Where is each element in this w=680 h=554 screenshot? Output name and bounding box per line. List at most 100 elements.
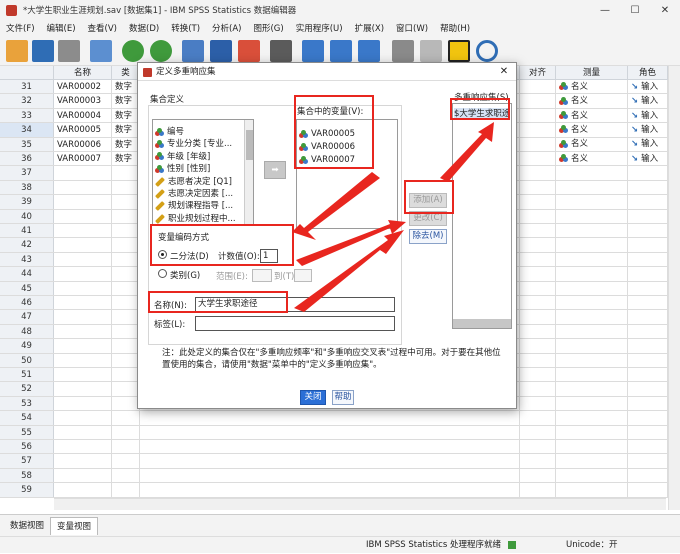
row-number[interactable]: 31 (0, 80, 54, 94)
cell-role[interactable] (628, 468, 668, 483)
list-item[interactable]: 专业分类 [专业... (155, 138, 232, 150)
cell-align[interactable] (520, 238, 556, 252)
cell-name[interactable] (54, 440, 112, 454)
cell-type[interactable]: 数字 (112, 108, 140, 123)
menu-item-10[interactable]: 帮助(H) (434, 22, 476, 34)
insert-variable-icon[interactable] (330, 40, 352, 62)
row-number[interactable]: 52 (0, 382, 54, 396)
cell-name[interactable] (54, 396, 112, 411)
tab-data-view[interactable]: 数据视图 (4, 517, 50, 535)
cell-align[interactable] (520, 224, 556, 238)
maximize-button[interactable]: ☐ (620, 0, 650, 20)
mr-sets-list[interactable]: $大学生求职途 (452, 103, 512, 329)
cell-role[interactable]: ↘ 输入 (628, 80, 668, 94)
cell-align[interactable] (520, 152, 556, 166)
source-list-scrollbar[interactable] (244, 120, 253, 224)
cell-measure[interactable] (556, 411, 628, 425)
table-row[interactable]: 55 (0, 425, 680, 440)
cell-type[interactable] (112, 238, 140, 252)
table-row[interactable]: 56 (0, 440, 680, 455)
cell-type[interactable] (112, 411, 140, 425)
cell-type[interactable] (112, 339, 140, 353)
cell-name[interactable] (54, 382, 112, 396)
cell-align[interactable] (520, 123, 556, 137)
cell-align[interactable] (520, 209, 556, 223)
cell-measure[interactable] (556, 195, 628, 209)
cell-name[interactable] (54, 238, 112, 252)
cell-role[interactable] (628, 267, 668, 281)
dialog-close-icon[interactable]: ✕ (492, 63, 516, 81)
cell-measure[interactable] (556, 209, 628, 223)
cell-measure[interactable] (556, 224, 628, 238)
cell-name[interactable] (54, 368, 112, 382)
cell-type[interactable] (112, 396, 140, 411)
cell-align[interactable] (520, 281, 556, 295)
row-number[interactable]: 55 (0, 425, 54, 439)
row-number[interactable]: 36 (0, 152, 54, 166)
cell-name[interactable] (54, 267, 112, 281)
move-to-set-button[interactable]: ➡ (264, 161, 286, 179)
cell-type[interactable] (112, 425, 140, 439)
row-number[interactable]: 42 (0, 238, 54, 252)
cell-type[interactable] (112, 353, 140, 367)
cell-measure[interactable] (556, 180, 628, 195)
cell-measure[interactable] (556, 368, 628, 382)
cell-align[interactable] (520, 267, 556, 281)
row-number[interactable]: 46 (0, 296, 54, 310)
cell-name[interactable] (54, 483, 112, 497)
search-icon[interactable] (476, 40, 498, 62)
cell-type[interactable] (112, 224, 140, 238)
mr-sets-scrollbar[interactable] (453, 319, 511, 328)
cell-measure[interactable] (556, 296, 628, 310)
cell-type[interactable]: 数字 (112, 80, 140, 94)
list-item[interactable]: VAR00007 (299, 154, 355, 166)
cell-role[interactable]: ↘ 输入 (628, 123, 668, 137)
cell-role[interactable] (628, 324, 668, 339)
cell-type[interactable] (112, 483, 140, 497)
cell-name[interactable] (54, 296, 112, 310)
cell-name[interactable]: VAR00003 (54, 94, 112, 108)
cell-align[interactable] (520, 483, 556, 497)
cell-type[interactable]: 数字 (112, 123, 140, 137)
cell-role[interactable]: ↘ 输入 (628, 94, 668, 108)
cell-type[interactable] (112, 195, 140, 209)
cell-align[interactable] (520, 368, 556, 382)
find-icon[interactable] (270, 40, 292, 62)
cell-name[interactable]: VAR00002 (54, 80, 112, 94)
cell-role[interactable] (628, 425, 668, 439)
menu-item-1[interactable]: 编辑(E) (41, 22, 82, 34)
column-header-role[interactable]: 角色 (628, 66, 668, 80)
row-number[interactable]: 40 (0, 209, 54, 223)
cell-type[interactable] (112, 440, 140, 454)
cell-role[interactable] (628, 368, 668, 382)
cell-type[interactable] (112, 267, 140, 281)
table-row[interactable]: 58 (0, 468, 680, 484)
list-item[interactable]: 职业规划过程中... (155, 213, 236, 225)
row-number[interactable]: 37 (0, 166, 54, 180)
menu-item-5[interactable]: 分析(A) (206, 22, 247, 34)
cell-type[interactable] (112, 180, 140, 195)
cell-measure[interactable] (556, 252, 628, 267)
cell-measure[interactable]: 名义 (556, 123, 628, 137)
table-row[interactable]: 59 (0, 483, 680, 498)
cell-type[interactable] (112, 296, 140, 310)
row-number[interactable]: 39 (0, 195, 54, 209)
cell-role[interactable] (628, 281, 668, 295)
weight-cases-icon[interactable] (392, 40, 414, 62)
cell-role[interactable]: ↘ 输入 (628, 152, 668, 166)
row-number[interactable]: 35 (0, 137, 54, 151)
row-number[interactable]: 34 (0, 123, 54, 137)
list-item[interactable]: $大学生求职途 (454, 108, 510, 120)
cell-role[interactable] (628, 483, 668, 497)
cell-name[interactable] (54, 468, 112, 483)
list-item[interactable]: VAR00006 (299, 141, 355, 153)
goto-case-icon[interactable] (182, 40, 204, 62)
row-number[interactable]: 57 (0, 454, 54, 468)
cell-align[interactable] (520, 440, 556, 454)
cell-name[interactable] (54, 195, 112, 209)
cell-name[interactable] (54, 166, 112, 180)
row-number[interactable]: 45 (0, 281, 54, 295)
cell-align[interactable] (520, 195, 556, 209)
cell-type[interactable] (112, 252, 140, 267)
cell-measure[interactable] (556, 468, 628, 483)
